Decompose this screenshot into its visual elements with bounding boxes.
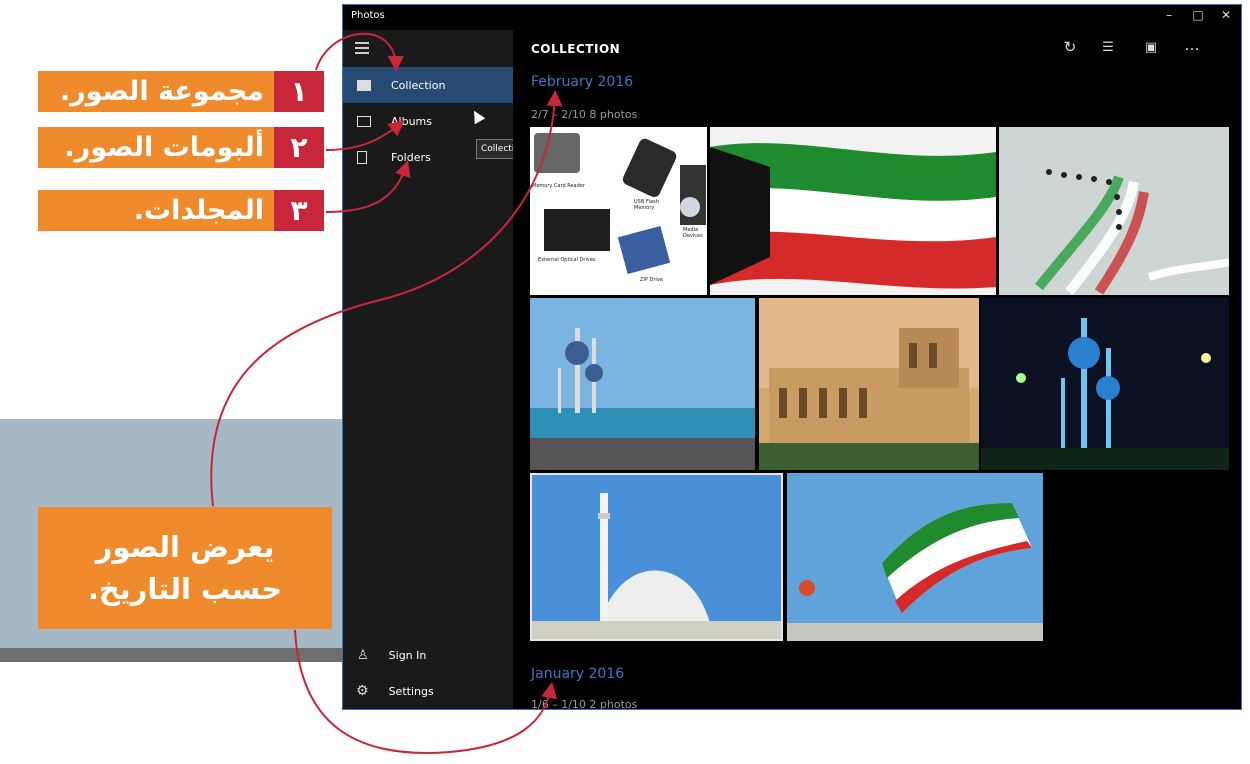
hamburger-menu-icon[interactable]: [355, 42, 369, 57]
sidebar-item-settings[interactable]: ⚙ Settings: [343, 673, 513, 709]
storage-devices-image: [534, 133, 706, 275]
description-line: يعرض الصور: [95, 529, 275, 564]
sidebar-item-label: Collection: [391, 78, 446, 92]
sidebar-item-label: Albums: [391, 114, 432, 128]
album-icon: [357, 115, 371, 127]
photos-icon: [357, 79, 371, 91]
description-line: حسب التاريخ.: [87, 572, 283, 606]
person-icon: ♙: [357, 647, 369, 663]
photo-palace-building[interactable]: [759, 298, 979, 470]
sidebar-item-label: Folders: [391, 150, 431, 164]
photo-caption: USB Flash Memory: [634, 199, 659, 211]
photo-kuwait-flag[interactable]: [710, 127, 996, 295]
annotation-label-folders: ٣ المجلدات.: [38, 190, 324, 231]
photo-storage-devices[interactable]: Memory Card Reader USB Flash Memory Medi…: [530, 127, 707, 295]
window-title: Photos: [351, 10, 385, 21]
annotation-label-collection: ١ مجموعة الصور.: [38, 71, 324, 112]
sidebar-item-sign-in[interactable]: ♙ Sign In: [343, 637, 513, 673]
annotation-description: يعرض الصور حسب التاريخ.: [38, 507, 332, 629]
annotation-number: ١: [274, 71, 324, 112]
select-icon[interactable]: ☰: [1097, 40, 1119, 55]
sidebar-item-label: Settings: [388, 684, 434, 698]
sidebar-item-label: Sign In: [388, 648, 427, 662]
annotation-divider: [0, 648, 344, 662]
kuwait-towers-night-image: [981, 298, 1229, 470]
annotation-text: المجلدات.: [133, 195, 264, 226]
annotation-text: مجموعة الصور.: [59, 76, 264, 107]
air-show-image: [999, 127, 1229, 295]
page-title: COLLECTION: [531, 42, 621, 56]
group-range: 1/6 – 1/10 2 photos: [531, 698, 638, 710]
group-month[interactable]: February 2016: [531, 74, 633, 90]
sidebar-item-albums[interactable]: Albums: [343, 103, 513, 139]
photo-mosque[interactable]: [530, 473, 783, 641]
photo-caption: ZIP Drive: [640, 277, 663, 283]
annotation-number: ٣: [274, 190, 324, 231]
more-options-icon[interactable]: …: [1181, 36, 1203, 54]
minimize-button[interactable]: –: [1159, 8, 1179, 22]
import-icon[interactable]: ▣: [1140, 40, 1162, 55]
gear-icon: ⚙: [356, 683, 369, 699]
sidebar-item-collection[interactable]: Collection: [343, 67, 513, 103]
title-bar: Photos – □ ✕: [343, 5, 1241, 30]
collection-view: COLLECTION ↻ ☰ ▣ … February 2016 2/7 – 2…: [513, 30, 1241, 710]
maximize-button[interactable]: □: [1188, 8, 1208, 22]
close-button[interactable]: ✕: [1216, 8, 1236, 22]
kuwait-flag-image: [710, 127, 996, 295]
kuwait-towers-day-image: [530, 298, 755, 470]
photo-flag-kite[interactable]: [787, 473, 1043, 641]
folder-icon: [357, 150, 367, 164]
mosque-image: [532, 475, 781, 639]
photo-caption: Media Devices: [683, 227, 703, 239]
group-month[interactable]: January 2016: [531, 666, 624, 682]
annotation-text: ألبومات الصور.: [64, 132, 264, 163]
group-range: 2/7 – 2/10 8 photos: [531, 108, 638, 121]
refresh-icon[interactable]: ↻: [1059, 38, 1081, 56]
sidebar: Collection Albums Folders ♙ Sign In ⚙ Se…: [343, 30, 531, 709]
annotation-label-albums: ٢ ألبومات الصور.: [38, 127, 324, 168]
photo-kuwait-towers-day[interactable]: [530, 298, 755, 470]
flag-kite-image: [787, 473, 1043, 641]
photo-air-show[interactable]: [999, 127, 1229, 295]
photo-kuwait-towers-night[interactable]: [981, 298, 1229, 470]
palace-building-image: [759, 298, 979, 470]
photo-caption: Memory Card Reader: [532, 183, 585, 189]
photos-window: Photos – □ ✕ Collection Albums Folders ♙…: [342, 4, 1242, 710]
annotation-number: ٢: [274, 127, 324, 168]
photo-caption: External Optical Drives: [538, 257, 596, 263]
